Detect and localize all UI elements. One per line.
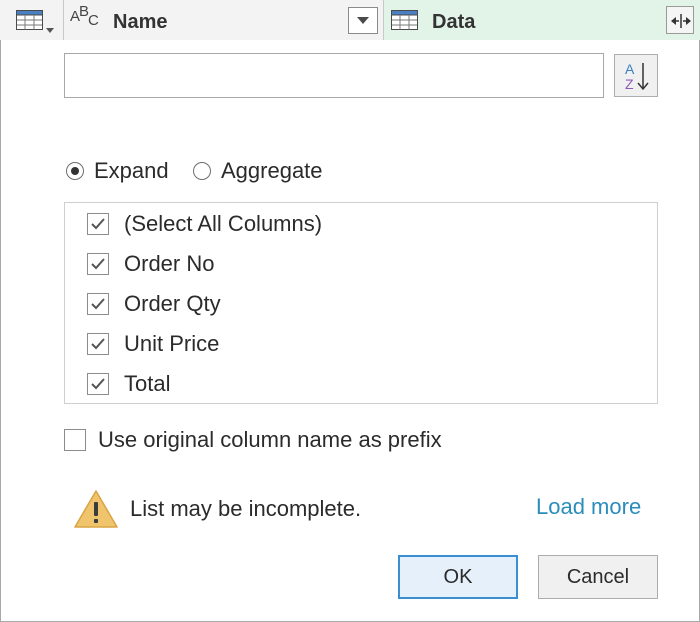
expand-radio-option[interactable]: Expand [66,156,169,186]
unit-price-checkbox[interactable] [87,333,109,355]
warning-icon [74,490,118,528]
prefix-option[interactable]: Use original column name as prefix [64,425,442,455]
load-more-link[interactable]: Load more [536,494,641,520]
order-no-checkbox[interactable] [87,253,109,275]
checkmark-icon [91,338,105,350]
expand-radio[interactable] [66,162,84,180]
chevron-down-icon [357,17,369,24]
table-icon [391,10,418,30]
table-menu-button[interactable] [0,0,64,40]
list-item-label: Order No [124,251,215,276]
prefix-checkbox[interactable] [64,429,86,451]
name-column-filter-button[interactable] [348,7,378,34]
list-item-label: (Select All Columns) [124,211,323,236]
checkmark-icon [91,378,105,390]
total-checkbox[interactable] [87,373,109,395]
warning-text: List may be incomplete. [130,496,362,521]
expand-column-icon [671,14,691,28]
column-header-strip: ABC Name Data [0,0,700,40]
text-type-icon: ABC [70,3,99,29]
sort-az-button[interactable]: A Z [614,54,658,97]
order-qty-checkbox[interactable] [87,293,109,315]
data-column-header[interactable]: Data [384,0,700,40]
svg-text:A: A [625,61,635,77]
list-item-total[interactable]: Total [87,369,170,399]
select-all-checkbox[interactable] [87,213,109,235]
list-item-label: Unit Price [124,331,220,356]
list-item-label: Order Qty [124,291,221,316]
sort-az-icon: A Z [625,61,649,92]
expand-columns-dialog: A Z Expand Aggregate (Select All Columns… [0,40,700,622]
checkmark-icon [91,258,105,270]
expand-radio-label: Expand [94,158,169,183]
svg-text:Z: Z [625,76,634,92]
data-column-title: Data [432,11,476,33]
checkmark-icon [91,298,105,310]
table-icon [16,10,43,30]
name-column-header[interactable]: ABC Name [64,0,384,40]
aggregate-radio-option[interactable]: Aggregate [193,156,323,186]
chevron-down-icon [46,28,54,33]
expand-column-button[interactable] [666,6,694,34]
name-column-title: Name [113,11,168,33]
checkmark-icon [91,218,105,230]
search-columns-input[interactable] [64,53,604,98]
prefix-label: Use original column name as prefix [98,427,442,452]
cancel-button[interactable]: Cancel [538,555,658,599]
list-item-unit-price[interactable]: Unit Price [87,329,219,359]
incomplete-list-warning: List may be incomplete. [73,488,361,530]
list-item-order-qty[interactable]: Order Qty [87,289,221,319]
aggregate-radio-label: Aggregate [221,158,323,183]
columns-checklist[interactable]: (Select All Columns) Order No Order Qty … [64,202,658,404]
aggregate-radio[interactable] [193,162,211,180]
list-item-label: Total [124,371,171,396]
ok-button[interactable]: OK [398,555,518,599]
list-item-order-no[interactable]: Order No [87,249,214,279]
list-item-select-all[interactable]: (Select All Columns) [87,209,322,239]
